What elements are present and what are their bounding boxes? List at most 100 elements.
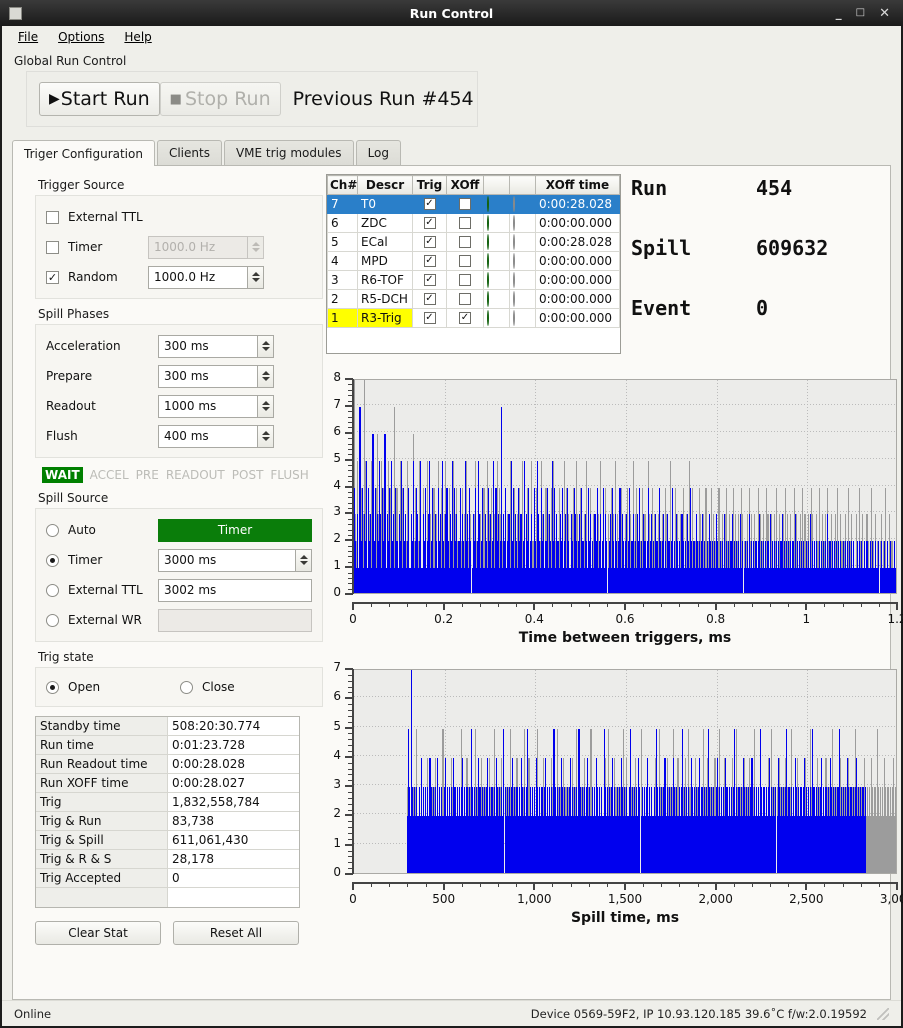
prepare-spinner[interactable] bbox=[258, 364, 274, 388]
table-row[interactable]: 4 MPD ✓ 0:00:00.000 bbox=[327, 251, 620, 271]
maximize-icon[interactable]: □ bbox=[856, 8, 865, 18]
checkbox-xoff[interactable] bbox=[459, 293, 471, 305]
y-tick-label: 5 bbox=[333, 450, 341, 465]
spinner-down-icon bbox=[251, 278, 260, 282]
y-tick-label: 2 bbox=[333, 806, 341, 821]
cell-xoff[interactable] bbox=[446, 289, 484, 309]
right-content-column: Ch# Descr Trig XOff XOff time 7 T0 ✓ 0:00:2… bbox=[326, 174, 903, 926]
cell-trig[interactable]: ✓ bbox=[412, 194, 447, 214]
minimize-icon[interactable]: _ bbox=[836, 7, 842, 19]
table-row[interactable]: 5 ECal ✓ 0:00:28.028 bbox=[327, 232, 620, 252]
checkbox-trig[interactable]: ✓ bbox=[423, 236, 436, 248]
y-minor-tick bbox=[348, 704, 353, 706]
cell-xoff[interactable]: ✓ bbox=[446, 308, 484, 328]
checkbox-trig[interactable]: ✓ bbox=[423, 198, 436, 210]
spinner-up-icon bbox=[261, 431, 270, 435]
checkbox-external-ttl[interactable] bbox=[46, 210, 59, 224]
y-minor-tick bbox=[348, 545, 353, 547]
cell-xoff[interactable] bbox=[446, 232, 484, 252]
cell-trig[interactable]: ✓ bbox=[412, 289, 447, 309]
random-rate-field[interactable]: 1000.0 Hz bbox=[148, 265, 248, 289]
x-minor-tick bbox=[570, 602, 572, 607]
checkbox-random[interactable]: ✓ bbox=[46, 270, 59, 284]
table-row[interactable]: 2 R5-DCH ✓ 0:00:00.000 bbox=[327, 289, 620, 309]
menu-file[interactable]: File bbox=[10, 28, 46, 46]
checkbox-timer[interactable] bbox=[46, 240, 59, 254]
cell-xoff[interactable] bbox=[446, 251, 484, 271]
checkbox-trig[interactable]: ✓ bbox=[423, 255, 436, 267]
tab-triger-configuration[interactable]: Triger Configuration bbox=[12, 140, 155, 166]
channel-table-container[interactable]: Ch# Descr Trig XOff XOff time 7 T0 ✓ 0:00:2… bbox=[326, 174, 621, 354]
checkbox-trig[interactable]: ✓ bbox=[423, 312, 436, 324]
menu-help[interactable]: Help bbox=[116, 28, 159, 46]
flush-spinner[interactable] bbox=[258, 424, 274, 448]
x-minor-tick bbox=[461, 602, 463, 607]
cell-trig[interactable]: ✓ bbox=[412, 213, 447, 233]
table-row[interactable]: 1 R3-Trig ✓ ✓ 0:00:00.000 bbox=[327, 308, 620, 328]
x-minor-tick bbox=[516, 602, 518, 607]
radio-spill-external-wr[interactable] bbox=[46, 613, 59, 627]
radio-trig-close[interactable] bbox=[180, 680, 193, 694]
readout-field[interactable]: 1000 ms bbox=[158, 394, 258, 418]
tab-vme-trig-modules[interactable]: VME trig modules bbox=[223, 140, 354, 165]
timer-rate-field[interactable]: 1000.0 Hz bbox=[148, 235, 248, 259]
spill-timer-field[interactable]: 3000 ms bbox=[158, 548, 296, 572]
menu-options[interactable]: Options bbox=[50, 28, 112, 46]
led-xoff-icon bbox=[513, 272, 515, 288]
cell-channel: 4 bbox=[327, 251, 358, 271]
checkbox-xoff[interactable] bbox=[459, 217, 471, 229]
y-tick-label: 4 bbox=[333, 747, 341, 762]
cell-trig[interactable]: ✓ bbox=[412, 251, 447, 271]
cell-xoff[interactable] bbox=[446, 194, 484, 214]
y-minor-tick bbox=[348, 465, 353, 466]
checkbox-xoff[interactable] bbox=[459, 198, 471, 210]
cell-trig[interactable]: ✓ bbox=[412, 270, 447, 290]
start-run-button[interactable]: ▶ Start Run bbox=[39, 82, 160, 116]
random-rate-spinner[interactable] bbox=[248, 265, 264, 289]
cell-descr: ECal bbox=[357, 232, 413, 252]
checkbox-trig[interactable]: ✓ bbox=[423, 217, 436, 229]
flush-field[interactable]: 400 ms bbox=[158, 424, 258, 448]
acceleration-field[interactable]: 300 ms bbox=[158, 334, 258, 358]
y-minor-tick bbox=[348, 502, 353, 504]
led-active-icon bbox=[487, 196, 489, 212]
spill-external-wr-field[interactable] bbox=[158, 608, 312, 632]
cell-trig[interactable]: ✓ bbox=[412, 308, 447, 328]
resize-grip-icon[interactable] bbox=[877, 1007, 889, 1020]
x-tick bbox=[896, 882, 898, 890]
checkbox-xoff[interactable] bbox=[459, 255, 471, 267]
y-tick bbox=[345, 843, 353, 846]
checkbox-xoff[interactable]: ✓ bbox=[459, 312, 471, 324]
table-row[interactable]: 7 T0 ✓ 0:00:28.028 bbox=[327, 194, 620, 214]
tab-log[interactable]: Log bbox=[355, 140, 401, 165]
timer-rate-spinner[interactable] bbox=[248, 235, 264, 259]
table-row[interactable]: 3 R6-TOF ✓ 0:00:00.000 bbox=[327, 270, 620, 290]
prepare-field[interactable]: 300 ms bbox=[158, 364, 258, 388]
radio-trig-open[interactable] bbox=[46, 680, 59, 694]
cell-xoff-time: 0:00:00.000 bbox=[535, 270, 620, 290]
tab-clients[interactable]: Clients bbox=[156, 140, 222, 165]
stop-run-button[interactable]: ■ Stop Run bbox=[159, 82, 281, 116]
acceleration-spinner[interactable] bbox=[258, 334, 274, 358]
table-row[interactable]: 6 ZDC ✓ 0:00:00.000 bbox=[327, 213, 620, 233]
checkbox-xoff[interactable] bbox=[459, 236, 471, 248]
checkbox-trig[interactable]: ✓ bbox=[423, 293, 436, 305]
cell-trig[interactable]: ✓ bbox=[412, 232, 447, 252]
radio-spill-external-ttl[interactable] bbox=[46, 583, 59, 597]
cell-channel: 6 bbox=[327, 213, 358, 233]
radio-auto[interactable] bbox=[46, 523, 59, 537]
checkbox-trig[interactable]: ✓ bbox=[423, 274, 436, 286]
spill-timer-spinner[interactable] bbox=[296, 548, 312, 572]
radio-timer[interactable] bbox=[46, 553, 59, 567]
cell-xoff[interactable] bbox=[446, 270, 484, 290]
spill-external-ttl-field[interactable]: 3002 ms bbox=[158, 578, 312, 602]
reset-all-button[interactable]: Reset All bbox=[173, 921, 299, 945]
chart-time-between-triggers: 0 1 2 3 4 5 6 7 8 0 0.2 0.4 0.6 0.8 1 1.2 Time between t… bbox=[325, 370, 903, 656]
stat-value: 0 bbox=[172, 871, 180, 885]
cell-xoff[interactable] bbox=[446, 213, 484, 233]
checkbox-xoff[interactable] bbox=[459, 274, 471, 286]
readout-spinner[interactable] bbox=[258, 394, 274, 418]
close-icon[interactable]: ✕ bbox=[879, 7, 890, 20]
clear-stat-button[interactable]: Clear Stat bbox=[35, 921, 161, 945]
trigger-configuration-panel: Trigger Source External TTL Timer 1000.0… bbox=[12, 165, 903, 1000]
